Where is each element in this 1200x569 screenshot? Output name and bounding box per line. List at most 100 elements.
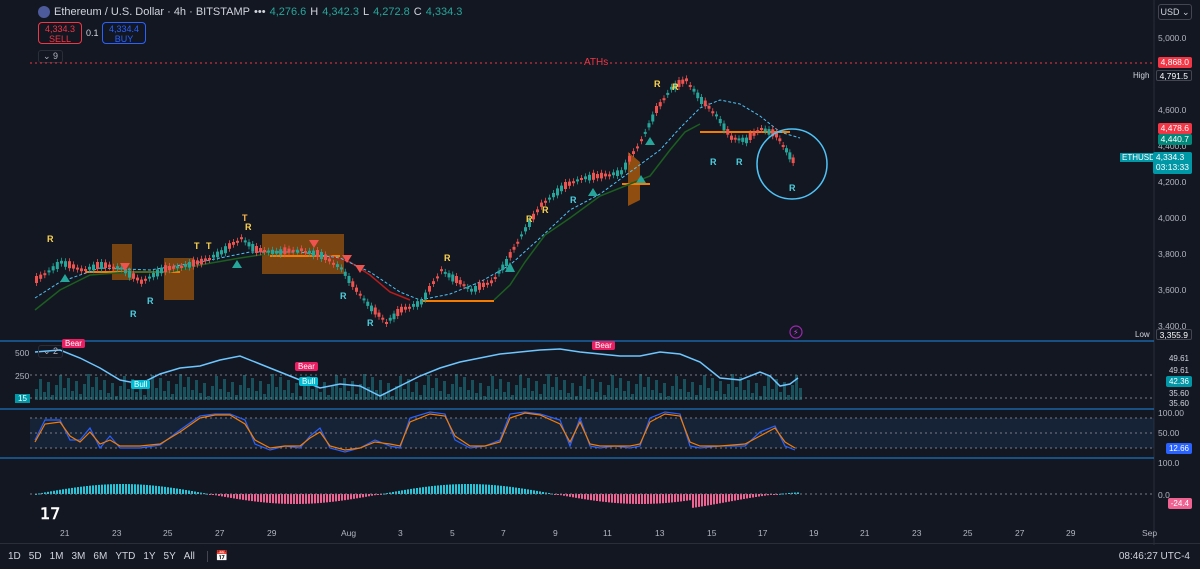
volume-bar <box>255 391 258 400</box>
volume-bar <box>259 381 262 400</box>
macd-bar <box>287 494 289 504</box>
macd-bar <box>362 494 364 498</box>
volume-bar <box>355 394 358 400</box>
macd-bar <box>158 486 160 494</box>
time-tick: 25 <box>163 528 173 538</box>
bear-label: Bear <box>295 362 318 371</box>
clock[interactable]: 08:46:27 UTC-4 <box>1119 551 1190 562</box>
tf-3m[interactable]: 3M <box>72 551 86 562</box>
macd-bar <box>464 484 466 494</box>
macd-bar <box>122 484 124 494</box>
time-tick: 27 <box>1015 528 1025 538</box>
macd-bar <box>614 494 616 503</box>
volume-bar <box>47 382 50 400</box>
tf-1d[interactable]: 1D <box>8 551 21 562</box>
tf-5y[interactable]: 5Y <box>164 551 176 562</box>
volume-bar <box>595 392 598 400</box>
volume-bar <box>655 380 658 400</box>
volume-bar <box>571 383 574 400</box>
signal-r: R <box>47 234 54 244</box>
macd-bar <box>668 494 670 503</box>
volume-bar <box>263 394 266 400</box>
tf-6m[interactable]: 6M <box>93 551 107 562</box>
osc-axis-tick: 250 <box>15 371 30 381</box>
volume-bar <box>727 384 730 400</box>
volume-bar <box>343 378 346 400</box>
macd-bar <box>338 494 340 501</box>
low-price-tag: 3,355.9 <box>1155 329 1192 340</box>
osc-collapse-button[interactable]: ⌄ 2 <box>38 345 64 358</box>
macd-bar <box>308 494 310 504</box>
macd-bar <box>98 484 100 494</box>
tf-1m[interactable]: 1M <box>50 551 64 562</box>
volume-bar <box>319 392 322 400</box>
volume-bar <box>159 378 162 400</box>
macd-bar <box>179 489 181 494</box>
volume-bar <box>291 393 294 400</box>
macd-bar <box>611 494 613 503</box>
macd-bar <box>602 494 604 502</box>
macd-bar <box>419 487 421 494</box>
macd-bar <box>563 494 565 496</box>
volume-bar <box>435 378 438 400</box>
macd-bar <box>137 484 139 494</box>
volume-bar <box>427 375 430 400</box>
macd-bar <box>650 494 652 504</box>
macd-bar <box>38 493 40 495</box>
volume-bar <box>591 379 594 400</box>
volume-bar <box>607 385 610 400</box>
signal-r: R <box>789 183 796 193</box>
macd-bar <box>713 494 715 505</box>
tf-5d[interactable]: 5D <box>29 551 42 562</box>
macd-bar <box>314 494 316 504</box>
macd-bar <box>488 484 490 494</box>
time-tick: Sep <box>1142 528 1158 538</box>
volume-bar <box>279 377 282 400</box>
macd-bar <box>347 494 349 500</box>
macd-bar <box>218 494 220 496</box>
macd-bar <box>656 494 658 504</box>
macd-bar <box>443 484 445 494</box>
volume-bar <box>271 374 274 400</box>
macd-bar <box>548 493 550 495</box>
tf-1y[interactable]: 1Y <box>143 551 155 562</box>
macd-bar <box>170 487 172 494</box>
volume-bar <box>199 393 202 400</box>
macd-bar <box>68 488 70 494</box>
macd-bar <box>248 494 250 501</box>
macd-bar <box>320 494 322 503</box>
macd-bar <box>290 494 292 504</box>
macd-bar <box>305 494 307 504</box>
macd-bar <box>230 494 232 498</box>
price-tick: 4,000.0 <box>1158 213 1187 223</box>
tradingview-logo-icon[interactable]: 𝟣𝟩 <box>40 504 60 524</box>
macd-bar <box>710 494 712 505</box>
time-tick: 3 <box>398 528 403 538</box>
macd-bar <box>500 485 502 494</box>
macd-bar <box>674 494 676 503</box>
tf-all[interactable]: All <box>184 551 195 562</box>
volume-bar <box>731 374 734 400</box>
price-tick: 3,800.0 <box>1158 249 1187 259</box>
macd-bar <box>458 484 460 494</box>
tf-ytd[interactable]: YTD <box>115 551 135 562</box>
macd-bar <box>692 494 694 508</box>
macd-bar <box>242 494 244 500</box>
price-tick: 3,600.0 <box>1158 285 1187 295</box>
macd-bar <box>455 484 457 494</box>
signal-r: R <box>147 296 154 306</box>
macd-bar <box>284 494 286 504</box>
macd-bar <box>581 494 583 499</box>
macd-bar <box>533 490 535 494</box>
macd-bar <box>659 494 661 504</box>
signal-r: R <box>245 222 252 232</box>
time-axis[interactable]: 21 23 25 27 29 Aug 3 5 7 9 11 13 15 17 1… <box>0 528 1158 542</box>
ath-price-tag: 4,868.0 <box>1157 57 1192 68</box>
time-tick: 29 <box>267 528 277 538</box>
macd-bar <box>377 494 379 495</box>
date-range-icon[interactable]: 📅 <box>206 551 228 562</box>
signal-r: R <box>340 291 347 301</box>
volume-bar <box>327 395 330 400</box>
volume-bar <box>127 389 130 400</box>
macd-bar <box>620 494 622 504</box>
